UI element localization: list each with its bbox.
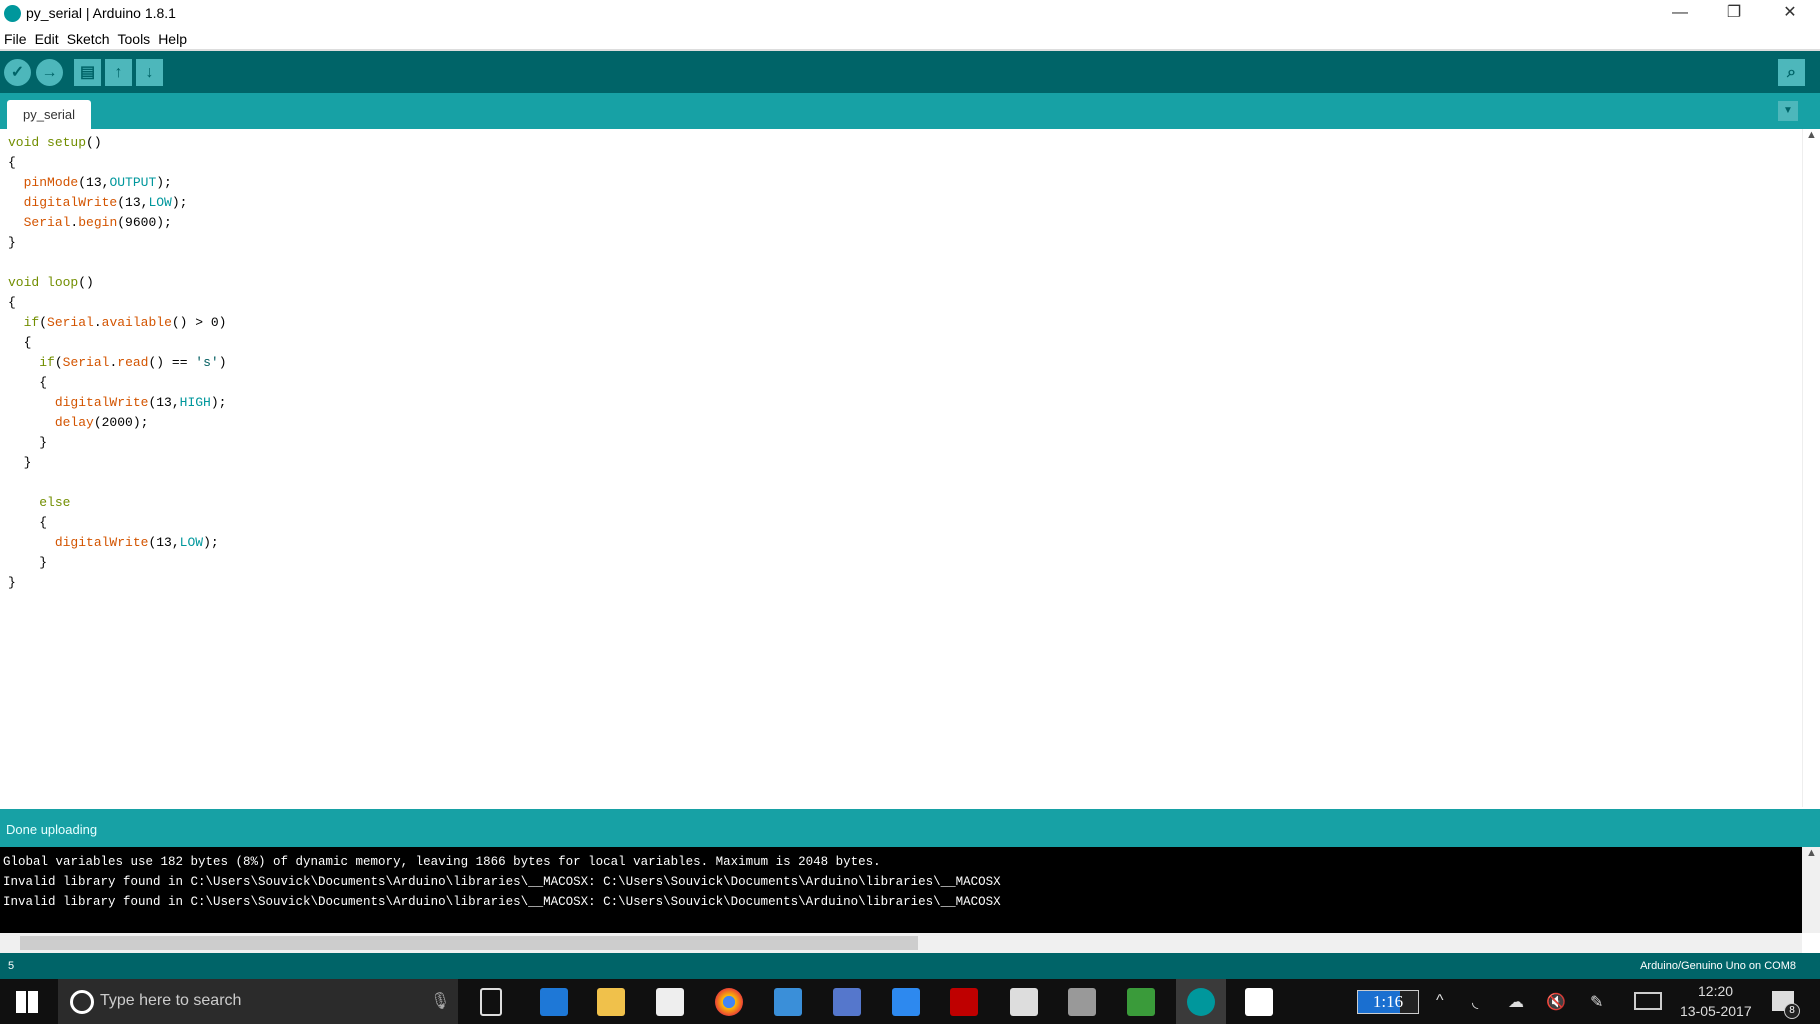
file-explorer-icon[interactable] (597, 988, 625, 1016)
window-title: py_serial | Arduino 1.8.1 (26, 5, 176, 21)
verify-button[interactable]: ✓ (4, 59, 31, 86)
console-vertical-scrollbar[interactable]: ▲ (1802, 847, 1820, 933)
code-editor[interactable]: void setup() { pinMode(13,OUTPUT); digit… (0, 129, 1820, 807)
battery-indicator[interactable]: 1:16 (1357, 990, 1419, 1014)
camtasia-icon[interactable] (1127, 988, 1155, 1016)
arduino-logo-icon (4, 5, 21, 22)
tab-menu-button[interactable]: ▼ (1778, 101, 1798, 121)
upload-button[interactable]: → (36, 59, 63, 86)
serial-monitor-button[interactable]: ⌕ (1778, 59, 1805, 86)
menu-edit[interactable]: Edit (31, 28, 63, 47)
filezilla-icon[interactable] (950, 988, 978, 1016)
clock-date[interactable]: 13-05-2017 (1680, 1003, 1752, 1019)
console-line: Invalid library found in C:\Users\Souvic… (3, 875, 1001, 889)
save-button[interactable]: ↓ (136, 59, 163, 86)
console-line: Invalid library found in C:\Users\Souvic… (3, 895, 1001, 909)
show-hidden-icons-icon[interactable]: ^ (1436, 992, 1444, 1010)
status-message: Done uploading (6, 822, 98, 837)
onedrive-icon[interactable]: ☁ (1508, 992, 1524, 1012)
chrome-icon[interactable] (715, 988, 743, 1016)
close-button[interactable]: ✕ (1762, 0, 1818, 28)
title-bar: py_serial | Arduino 1.8.1 — ❐ ✕ (0, 0, 1820, 28)
new-button[interactable]: ▤ (74, 59, 101, 86)
network-app-icon[interactable] (833, 988, 861, 1016)
camtasia-recorder-icon[interactable] (1245, 988, 1273, 1016)
tab-bar: py_serial ▼ (0, 93, 1820, 129)
arduino-taskbar-button[interactable] (1176, 979, 1226, 1024)
code-text[interactable]: void setup() { pinMode(13,OUTPUT); digit… (8, 133, 227, 593)
line-number: 5 (8, 960, 15, 972)
menu-bar: File Edit Sketch Tools Help (0, 28, 1820, 51)
installer-icon[interactable] (1068, 988, 1096, 1016)
bottom-status-bar: 5 Arduino/Genuino Uno on COM8 (0, 953, 1820, 979)
tab-py-serial[interactable]: py_serial (7, 100, 91, 129)
notification-count: 8 (1784, 1003, 1800, 1019)
taskbar-search[interactable]: Type here to search 🎙 (58, 979, 458, 1024)
windows-start-icon[interactable] (16, 991, 38, 1013)
minimize-button[interactable]: — (1652, 0, 1708, 28)
status-message-bar: Done uploading (0, 809, 1820, 847)
pen-icon[interactable]: ✎ (1590, 992, 1603, 1012)
vc-icon[interactable] (892, 988, 920, 1016)
app-icon[interactable] (774, 988, 802, 1016)
toolbar: ✓ → ▤ ↑ ↓ ⌕ (0, 51, 1820, 93)
board-info: Arduino/Genuino Uno on COM8 (1640, 960, 1796, 972)
restore-button[interactable]: ❐ (1706, 0, 1762, 28)
keyboard-icon[interactable] (1634, 992, 1662, 1010)
menu-help[interactable]: Help (154, 28, 191, 47)
scrollbar-thumb[interactable] (20, 936, 918, 950)
store-icon[interactable] (656, 988, 684, 1016)
editor-vertical-scrollbar[interactable]: ▲ (1802, 129, 1820, 807)
edge-icon[interactable] (540, 988, 568, 1016)
menu-sketch[interactable]: Sketch (63, 28, 114, 47)
clock-time[interactable]: 12:20 (1698, 983, 1733, 999)
microphone-icon[interactable]: 🎙 (430, 991, 450, 1011)
open-button[interactable]: ↑ (105, 59, 132, 86)
console-output: Global variables use 182 bytes (8%) of d… (0, 847, 1802, 933)
search-placeholder: Type here to search (100, 992, 242, 1009)
console-line: Global variables use 182 bytes (8%) of d… (3, 855, 881, 869)
python-icon[interactable] (1010, 988, 1038, 1016)
taskbar: Type here to search 🎙 1:16 ^ ◟ ☁ 🔇 ✎ 12:… (0, 979, 1820, 1024)
task-view-icon[interactable] (480, 988, 502, 1016)
wifi-icon[interactable]: ◟ (1472, 992, 1478, 1012)
menu-tools[interactable]: Tools (114, 28, 155, 47)
menu-file[interactable]: File (0, 28, 31, 47)
volume-muted-icon[interactable]: 🔇 (1546, 992, 1566, 1012)
cortana-icon (70, 990, 94, 1014)
arduino-icon (1187, 988, 1215, 1016)
console-horizontal-scrollbar[interactable] (0, 933, 1802, 953)
